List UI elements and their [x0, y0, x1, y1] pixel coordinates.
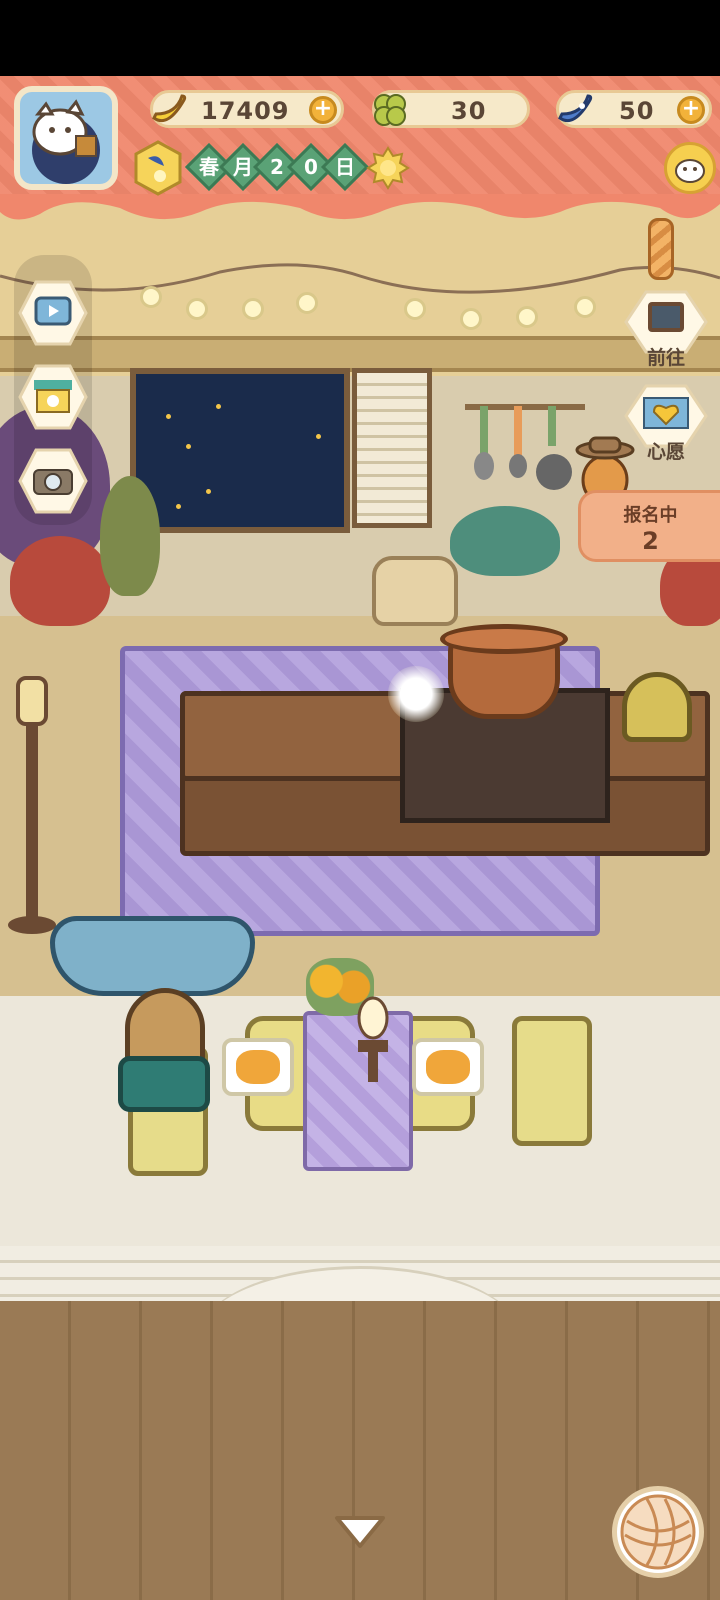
whale-customer[interactable] [50, 916, 255, 996]
light-bulb [460, 308, 482, 330]
light-bulb [296, 292, 318, 314]
light-bulb [404, 298, 426, 320]
go-label: 前往 [646, 347, 685, 369]
banana-counter: 17409 + [150, 90, 344, 128]
bread-bag[interactable] [372, 556, 458, 626]
banana-count: 17409 [201, 97, 290, 125]
clover-icon [367, 87, 413, 133]
go-button[interactable]: 前往 [624, 290, 708, 370]
crocodile-customer-suit [118, 1056, 210, 1112]
right-chair [512, 1016, 592, 1146]
clover-count: 30 [451, 97, 487, 125]
wall-beam [0, 336, 720, 372]
blue-banana-count: 50 [619, 97, 655, 125]
add-blue-bananas-button[interactable]: + [677, 96, 705, 124]
light-bulb [516, 306, 538, 328]
status-bar [0, 0, 720, 76]
red-plant [10, 536, 110, 626]
add-bananas-button[interactable]: + [309, 96, 337, 124]
food-plate[interactable] [222, 1038, 294, 1096]
restaurant-scene[interactable] [0, 76, 720, 1600]
player-avatar[interactable] [14, 86, 118, 190]
pot-lid [440, 624, 568, 654]
food-plate[interactable] [412, 1038, 484, 1096]
floor-lamp-base [8, 916, 56, 934]
clover-counter: 30 [372, 90, 530, 128]
shop-stall-icon [18, 364, 88, 430]
blue-banana-counter: 50 + [556, 90, 712, 128]
light-bulb [242, 298, 264, 320]
string-lights [0, 263, 720, 294]
sun-icon[interactable] [366, 146, 410, 190]
yarn-ball-icon [620, 1494, 696, 1570]
wood-floor [0, 1301, 720, 1600]
moon-star-badge-icon [130, 140, 186, 196]
tv-button[interactable] [18, 280, 88, 346]
tv-icon [18, 280, 88, 346]
camera-button[interactable] [18, 448, 88, 514]
blue-banana-icon [551, 87, 597, 133]
light-bulb [574, 296, 596, 318]
window-shutter [352, 368, 432, 528]
service-bell[interactable] [622, 672, 692, 742]
event-signup-panel[interactable]: 报名中 2 [578, 490, 720, 562]
light-bulb [186, 298, 208, 320]
floor-lamp-shade [16, 676, 48, 726]
yarn-ball-button[interactable] [612, 1486, 704, 1578]
shop-stall-button[interactable] [18, 364, 88, 430]
signup-count: 2 [642, 527, 659, 555]
camera-icon [18, 448, 88, 514]
cat-chef-avatar-icon [32, 99, 100, 184]
sparkle-effect[interactable] [388, 666, 444, 722]
hud-scallop-edge [0, 194, 720, 220]
cat-face-icon [675, 159, 705, 183]
signup-title: 报名中 [623, 505, 678, 526]
green-plant [100, 476, 160, 596]
banana-icon [145, 87, 191, 133]
cat-menu-button[interactable] [664, 142, 716, 194]
hanging-rope [648, 218, 674, 280]
table-lamp [357, 996, 389, 1082]
night-window [130, 368, 350, 533]
collapse-button[interactable] [333, 1512, 387, 1552]
green-plant [450, 506, 560, 576]
light-bulb [140, 286, 162, 308]
chevron-down-icon [335, 1516, 385, 1548]
